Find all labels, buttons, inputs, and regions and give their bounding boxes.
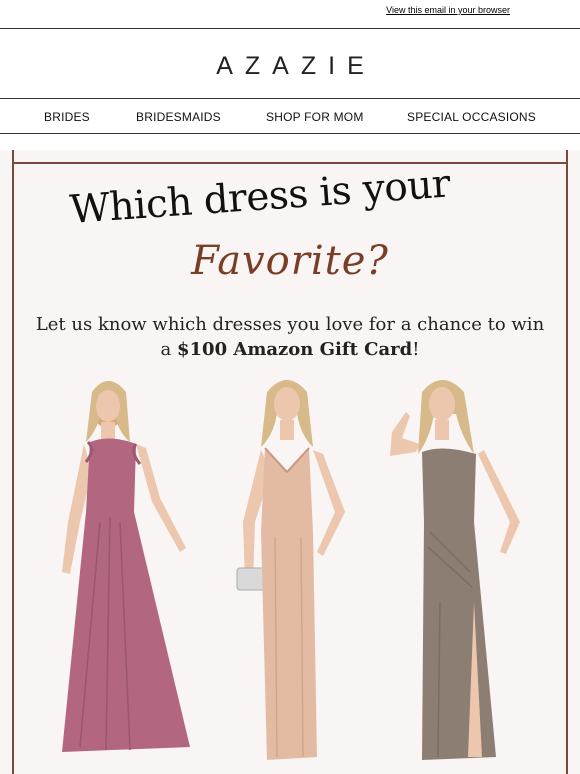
nav-bottom-divider [0,133,580,134]
nav-top-divider [0,98,580,99]
dress-mauve-image[interactable] [40,372,210,774]
headline-favorite: Favorite? [191,238,389,284]
dress-taupe-figure [390,380,520,760]
nav-item-bridesmaids[interactable]: BRIDESMAIDS [136,110,221,124]
view-in-browser-link[interactable]: View this email in your browser [386,5,510,15]
dress-mauve-figure [62,381,190,752]
preheader: View this email in your browser [0,0,580,15]
nav-item-shop-for-mom[interactable]: SHOP FOR MOM [266,110,364,124]
dress-taupe-image[interactable] [370,372,540,774]
promo-subtext: Let us know which dresses you love for a… [30,312,550,362]
azazie-logo[interactable]: AZAZIE [0,52,580,81]
dress-champagne-image[interactable] [205,372,375,774]
dress-champagne-figure [236,380,345,760]
nav-item-brides[interactable]: BRIDES [44,110,90,124]
promo-gift-card: $100 Amazon Gift Card [177,339,413,360]
nav-item-special-occasions[interactable]: SPECIAL OCCASIONS [407,110,536,124]
headline-question: Which dress is your [68,161,452,233]
hero-banner[interactable]: Which dress is your Favorite? Let us kno… [0,150,580,774]
header-top-divider [0,28,580,29]
promo-subtext-after: ! [412,339,420,360]
main-nav: BRIDES BRIDESMAIDS SHOP FOR MOM SPECIAL … [0,100,580,134]
